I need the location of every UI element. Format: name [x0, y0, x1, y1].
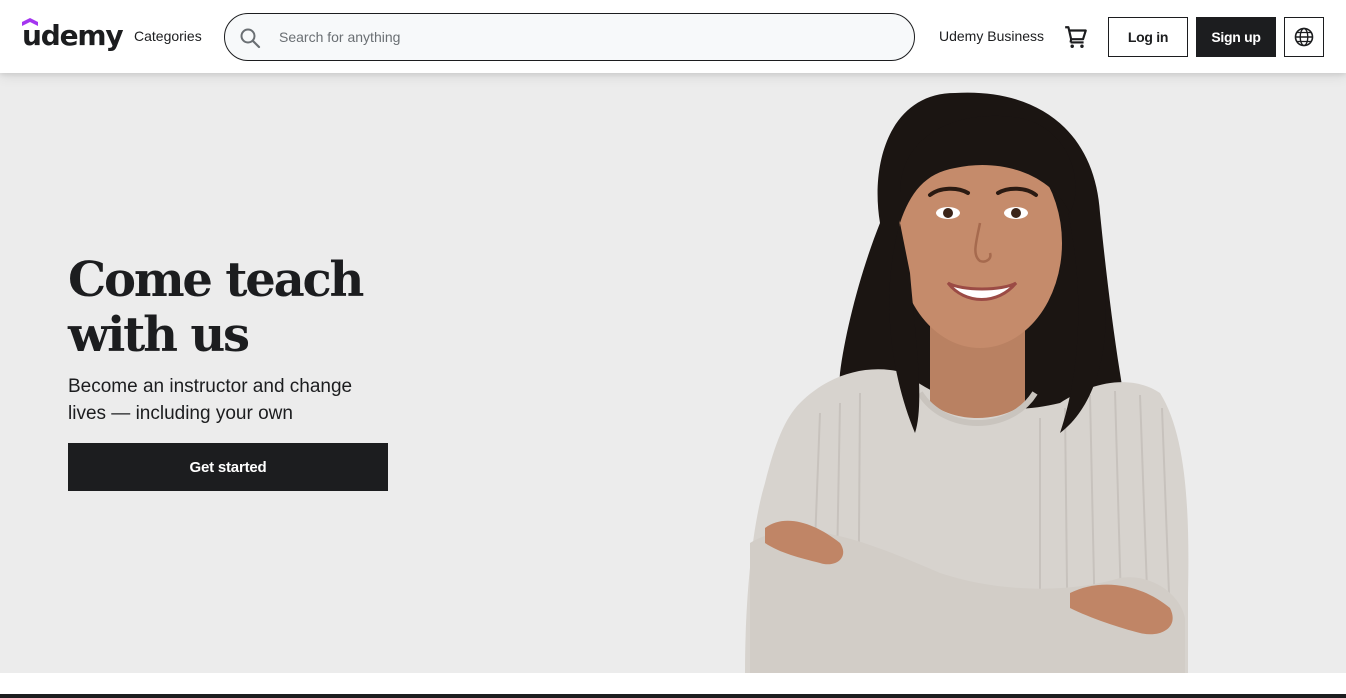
site-header: udemy Categories Udemy Business Log in S… — [0, 0, 1346, 73]
language-button[interactable] — [1284, 17, 1324, 57]
page-bottom-border — [0, 694, 1346, 698]
globe-icon — [1294, 27, 1314, 47]
instructor-portrait-image — [745, 92, 1189, 673]
hero-title-line1: Come teach — [68, 252, 364, 308]
hero-title: Come teach with us — [68, 253, 488, 363]
search-icon[interactable] — [238, 26, 262, 50]
udemy-business-link[interactable]: Udemy Business — [939, 27, 1044, 45]
search-bar[interactable] — [224, 13, 915, 61]
hero-subtitle: Become an instructor and change lives — … — [68, 376, 353, 424]
login-button[interactable]: Log in — [1108, 17, 1188, 57]
hero-banner: Come teach with us Become an instructor … — [0, 73, 1346, 673]
shopping-cart-icon[interactable] — [1063, 24, 1089, 50]
hero-title-line2: with us — [68, 307, 250, 363]
get-started-button[interactable]: Get started — [68, 443, 388, 491]
signup-button[interactable]: Sign up — [1196, 17, 1276, 57]
udemy-logo[interactable]: udemy — [22, 18, 124, 56]
logo-text: udemy — [22, 19, 124, 52]
categories-link[interactable]: Categories — [134, 27, 202, 45]
search-input[interactable] — [277, 14, 897, 60]
